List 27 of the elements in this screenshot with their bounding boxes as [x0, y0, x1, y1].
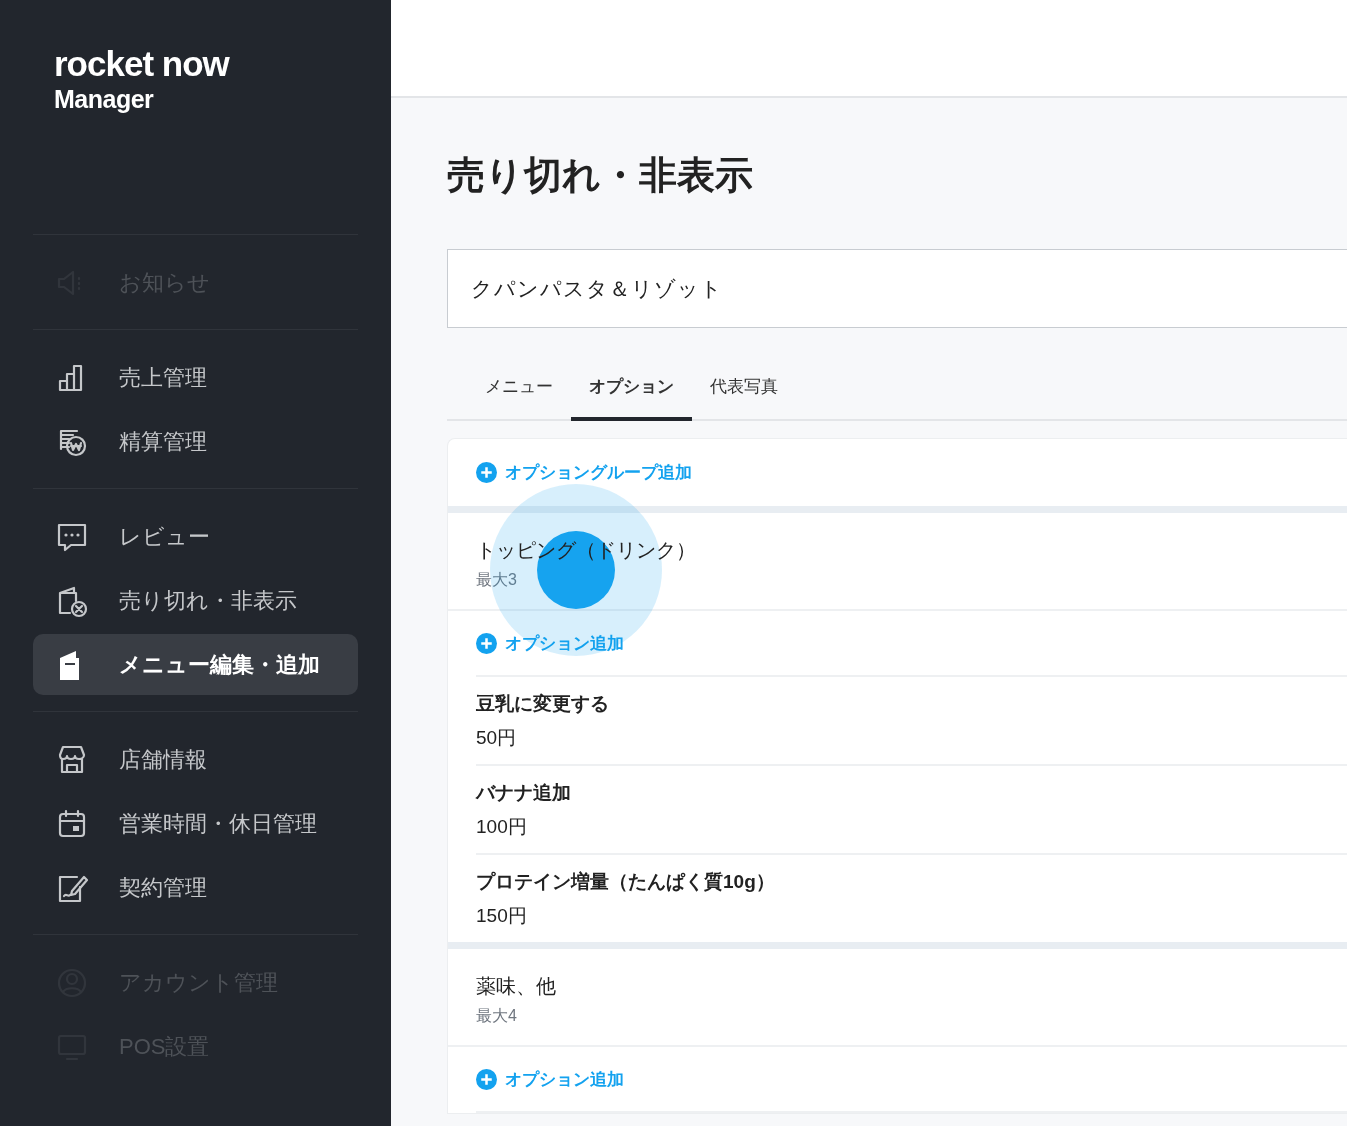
- sidebar-item[interactable]: メニュー編集・追加: [33, 634, 358, 695]
- option-name: 豆乳に変更する: [476, 692, 610, 716]
- option-name: バナナ追加: [476, 781, 572, 805]
- sidebar-item[interactable]: 売り切れ・非表示: [33, 570, 358, 631]
- option-price: 150円: [476, 904, 528, 928]
- tab[interactable]: メニュー: [467, 360, 571, 421]
- sidebar-item[interactable]: 精算管理: [33, 411, 358, 472]
- plus-icon: [476, 1068, 497, 1090]
- option-name: プロテイン増量（たんぱく質10g）: [476, 870, 776, 894]
- option-group-name: 薬味、他: [476, 974, 557, 999]
- tab[interactable]: 代表写真: [692, 360, 796, 421]
- sidebar-item[interactable]: 売上管理: [33, 347, 358, 408]
- logo-subtitle: Manager: [54, 85, 155, 114]
- max-selection: 最大4: [476, 1006, 518, 1026]
- tab[interactable]: オプション: [571, 360, 692, 421]
- sidebar-item[interactable]: 契約管理: [33, 857, 358, 918]
- max-selection: 最大3: [476, 570, 518, 590]
- logo: rocket now: [54, 46, 231, 81]
- sidebar-item[interactable]: 営業時間・休日管理: [33, 793, 358, 854]
- page-title: 売り切れ・非表示: [447, 153, 754, 198]
- option-price: 100円: [476, 815, 528, 839]
- sidebar-item[interactable]: レビュー: [33, 506, 358, 567]
- plus-icon: [476, 632, 497, 654]
- option-price: 50円: [476, 726, 518, 750]
- sidebar-item[interactable]: 店舗情報: [33, 729, 358, 790]
- store-selector[interactable]: クパンパスタ＆リゾット: [447, 249, 1347, 328]
- plus-icon: [476, 462, 497, 483]
